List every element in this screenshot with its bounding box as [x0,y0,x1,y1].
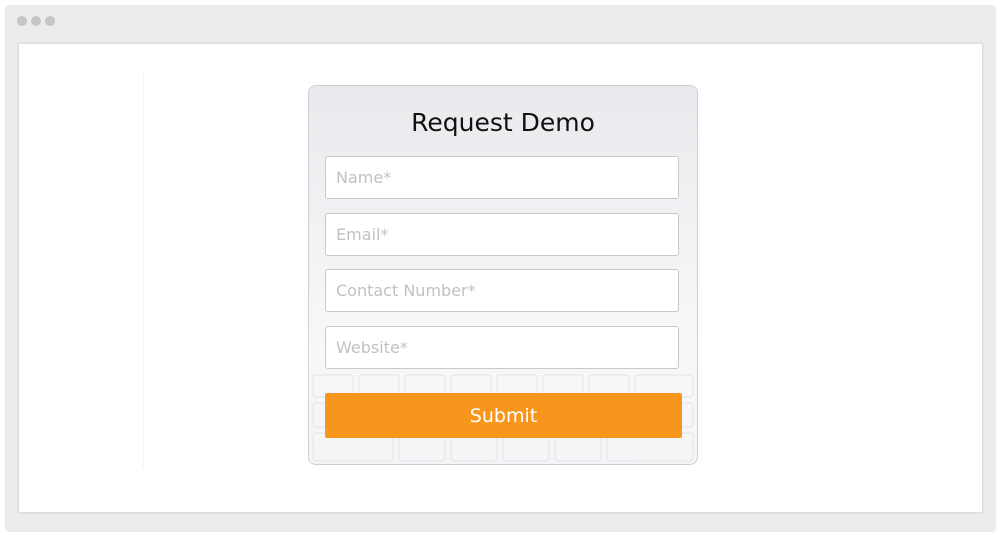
window-dot-icon [31,16,41,26]
window-controls [17,16,55,26]
name-field[interactable] [325,156,679,199]
submit-button[interactable]: Submit [325,393,682,438]
website-field[interactable] [325,326,679,369]
email-field[interactable] [325,213,679,256]
form-title: Request Demo [411,108,595,137]
window-dot-icon [45,16,55,26]
background-divider [143,74,144,469]
window-dot-icon [17,16,27,26]
request-demo-form: Request Demo Submit [308,85,698,465]
page-viewport: Request Demo Submit [18,43,983,513]
browser-window: Request Demo Submit [5,5,996,532]
contact-number-field[interactable] [325,269,679,312]
